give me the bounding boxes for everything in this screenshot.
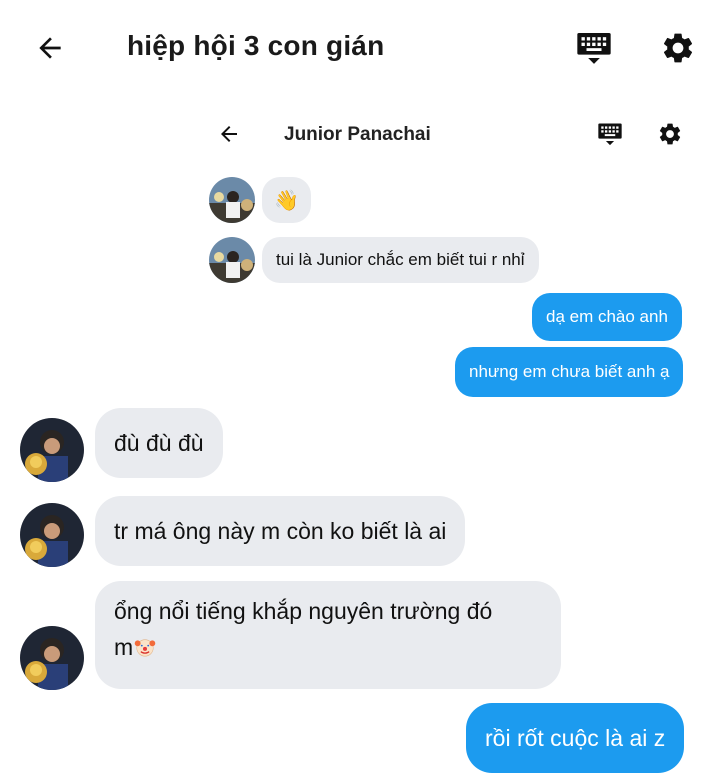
avatar [209,177,255,223]
message-bubble[interactable]: dạ em chào anh [532,293,682,341]
arrow-left-icon [39,37,61,59]
keyboard-icon [577,33,611,64]
message-bubble[interactable]: ổng nổi tiếng khắp nguyên trường đó m [95,581,561,689]
embedded-chat-header: Junior Panachai [200,105,700,163]
message-text: dạ em chào anh [546,307,668,326]
message-text: tr má ông này m còn ko biết là ai [114,517,447,544]
message-text: tui là Junior chắc em biết tui r nhỉ [276,250,525,269]
settings-button[interactable] [656,26,700,70]
gear-icon [663,33,693,63]
keyboard-button[interactable] [572,26,616,70]
message-bubble[interactable]: 👋 [262,177,311,223]
keyboard-icon [598,123,622,146]
message-bubble[interactable]: tui là Junior chắc em biết tui r nhỉ [262,237,539,283]
message-bubble[interactable]: tr má ông này m còn ko biết là ai [95,496,466,566]
embedded-chat-title: Junior Panachai [284,124,431,145]
message-text-line: ổng nổi tiếng khắp nguyên trường đó [114,598,493,624]
message-text: rồi rốt cuộc là ai z [485,724,666,751]
embedded-keyboard-button [595,117,625,151]
clown-face-emoji [134,639,156,657]
avatar [209,237,255,283]
message-bubble[interactable]: rồi rốt cuộc là ai z [466,703,685,773]
avatar[interactable] [20,418,84,482]
arrow-left-icon [221,126,237,142]
message-text-line: m [114,629,542,665]
embedded-chat-screenshot[interactable]: Junior Panachai 👋 tui là Junior chắc em … [200,105,700,405]
embedded-back-button [214,119,244,149]
avatar[interactable] [20,626,84,690]
back-button[interactable] [30,28,70,68]
message-bubble[interactable]: đù đù đù [95,408,223,478]
chat-header: hiệp hội 3 con gián [0,0,720,96]
message-text: đù đù đù [114,429,204,456]
chat-title: hiệp hội 3 con gián [127,30,385,61]
message-text: 👋 [274,189,299,212]
gear-icon [659,123,681,145]
embedded-settings-button [655,119,685,149]
message-text: nhưng em chưa biết anh ạ [469,362,670,381]
message-bubble[interactable]: nhưng em chưa biết anh ạ [455,347,684,397]
avatar[interactable] [20,503,84,567]
